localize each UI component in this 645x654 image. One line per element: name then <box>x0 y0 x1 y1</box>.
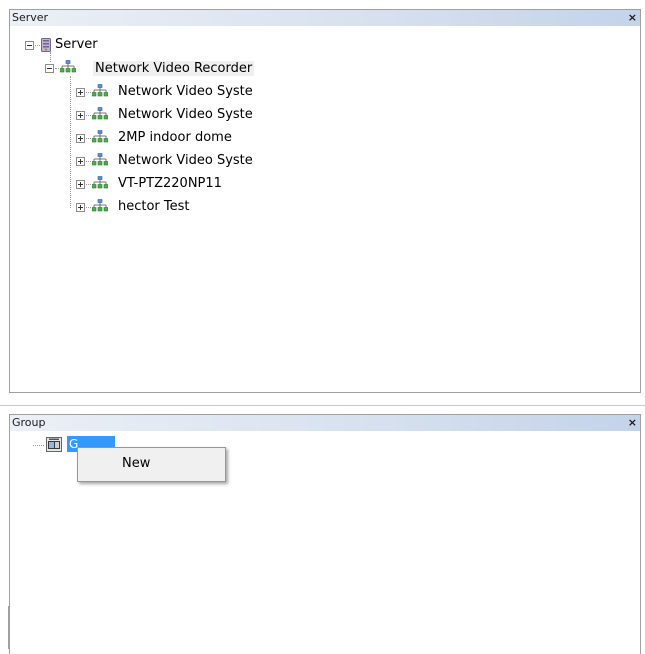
tree-item-recorder[interactable]: Network Video Recorder <box>93 59 255 79</box>
tree-item-label: VT-PTZ220NP11 <box>118 176 222 191</box>
tree-item-label: Network Video Syste <box>118 107 253 122</box>
server-panel-titlebar[interactable]: Server × <box>10 10 640 26</box>
collapse-recorder-icon[interactable] <box>45 64 54 73</box>
window-edge <box>8 606 9 649</box>
expand-icon[interactable] <box>76 180 85 189</box>
network-icon <box>92 153 108 166</box>
group-panel-titlebar[interactable]: Group × <box>10 415 640 431</box>
tree-item-server[interactable]: Server <box>55 35 98 55</box>
expand-icon[interactable] <box>76 134 85 143</box>
network-icon <box>92 199 108 212</box>
expand-icon[interactable] <box>76 157 85 166</box>
tree-item-label: 2MP indoor dome <box>118 130 232 145</box>
close-icon[interactable]: × <box>628 415 637 431</box>
network-icon <box>92 107 108 120</box>
tree-item-label: Network Video Syste <box>118 153 253 168</box>
tree-item-label: Network Video Recorder <box>93 61 255 76</box>
network-icon <box>92 130 108 143</box>
camera-group-icon <box>46 437 62 452</box>
network-icon <box>92 176 108 189</box>
context-menu-item-new[interactable]: New <box>122 456 150 471</box>
tree-item-label: hector Test <box>118 199 190 214</box>
server-icon <box>41 38 51 52</box>
network-icon <box>92 84 108 97</box>
close-icon[interactable]: × <box>628 10 637 26</box>
expand-icon[interactable] <box>76 203 85 212</box>
context-menu: New <box>77 447 226 482</box>
tree-item-label: Network Video Syste <box>118 84 253 99</box>
expand-icon[interactable] <box>76 111 85 120</box>
tree-item-label: Server <box>55 37 98 52</box>
panel-splitter[interactable] <box>0 405 645 406</box>
server-panel-title: Server <box>12 11 49 24</box>
group-panel-title: Group <box>12 416 46 429</box>
expand-icon[interactable] <box>76 88 85 97</box>
network-icon <box>60 60 76 73</box>
collapse-server-icon[interactable] <box>25 41 34 50</box>
